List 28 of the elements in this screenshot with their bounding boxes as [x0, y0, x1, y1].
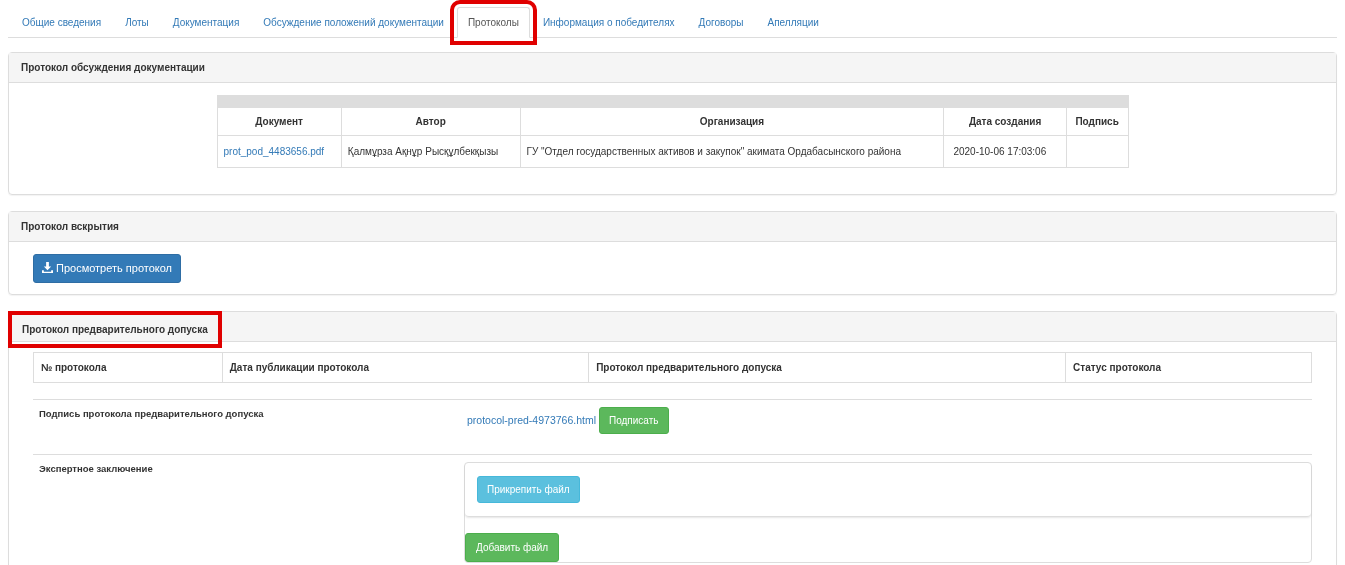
- column-header: Статус протокола: [1065, 352, 1312, 382]
- column-header: Дата создания: [943, 107, 1067, 136]
- column-header: Автор: [341, 107, 520, 136]
- tab[interactable]: Лоты: [114, 7, 160, 38]
- tab[interactable]: Документация: [161, 7, 251, 38]
- panel-title: Протокол обсуждения документации: [21, 61, 205, 75]
- panel-title: Протокол вскрытия: [21, 220, 119, 234]
- table-cell: Қалмұрза Ақнұр Рысқұлбекқызы: [341, 135, 520, 168]
- column-header: Дата публикации протокола: [222, 352, 589, 382]
- tab[interactable]: Договоры: [687, 7, 755, 38]
- tab[interactable]: Общие сведения: [11, 7, 113, 38]
- column-header: № протокола: [33, 352, 223, 382]
- tab[interactable]: Информация о победителях: [531, 7, 686, 38]
- field-label: Подпись протокола предварительного допуска: [39, 406, 265, 421]
- column-header: Протокол предварительного допуска: [588, 352, 1066, 382]
- add-file-button[interactable]: Добавить файл: [465, 532, 560, 562]
- column-header: Документ: [217, 107, 342, 136]
- sign-button[interactable]: Подписать: [599, 406, 669, 434]
- column-header: Организация: [520, 107, 944, 136]
- field-label: Экспертное заключение: [39, 461, 154, 476]
- view-protocol-button[interactable]: Просмотреть протокол: [33, 254, 182, 283]
- download-icon: [42, 262, 53, 273]
- table-cell: 2020-10-06 17:03:06: [943, 135, 1067, 168]
- file-link[interactable]: protocol-pred-4973766.html: [467, 413, 596, 426]
- table-cell: ГУ "Отдел государственных активов и закупок" акимата Ордабасынского района: [520, 135, 944, 168]
- column-header: Подпись: [1066, 107, 1128, 136]
- tab[interactable]: Обсуждение положений документации: [252, 7, 455, 38]
- tab[interactable]: Апелляции: [756, 7, 830, 38]
